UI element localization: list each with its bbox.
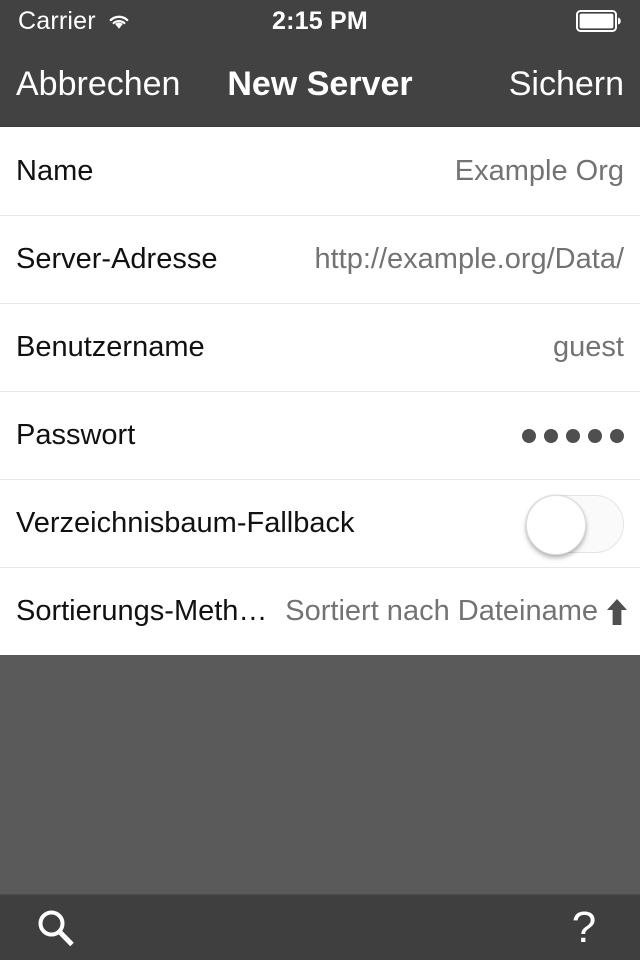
save-button[interactable]: Sichern [509, 67, 624, 101]
username-field[interactable]: guest [553, 333, 624, 362]
status-bar-left: Carrier [18, 6, 132, 35]
row-label-directory-tree-fallback: Verzeichnisbaum-Fallback [16, 507, 355, 539]
password-dot [610, 428, 624, 443]
navigation-bar: Abbrechen New Server Sichern [0, 42, 640, 127]
table-row-username[interactable]: Benutzername guest [0, 303, 640, 391]
password-dot [566, 428, 580, 443]
status-bar-right [576, 10, 622, 32]
password-field[interactable] [522, 428, 624, 443]
table-row-name[interactable]: Name Example Org [0, 127, 640, 215]
sort-method-value[interactable]: Sortiert nach Dateiname [285, 597, 628, 626]
question-mark-icon: ? [571, 902, 597, 952]
name-field[interactable]: Example Org [455, 156, 624, 186]
sort-method-text: Sortiert nach Dateiname [285, 595, 598, 627]
server-address-field[interactable]: http://example.org/Data/ [315, 245, 625, 274]
carrier-label: Carrier [18, 6, 96, 35]
cancel-button[interactable]: Abbrechen [16, 67, 180, 101]
server-form-table: Name Example Org Server-Adresse http://e… [0, 127, 640, 655]
wifi-icon [106, 11, 132, 31]
empty-content-area [0, 655, 640, 894]
app-screen: Carrier 2:15 PM Abbrechen New Server Sic… [0, 0, 640, 960]
table-row-password[interactable]: Passwort [0, 391, 640, 479]
row-label-username: Benutzername [16, 331, 205, 363]
search-icon [35, 907, 77, 949]
search-button[interactable] [26, 898, 86, 958]
row-label-sort-method: Sortierungs-Meth… [16, 597, 268, 626]
directory-tree-fallback-toggle[interactable] [526, 494, 624, 555]
password-dot [544, 428, 558, 443]
battery-full-icon [576, 10, 622, 32]
row-label-server-address: Server-Adresse [16, 243, 218, 275]
arrow-up-icon [606, 598, 628, 626]
toggle-knob [526, 494, 586, 555]
table-row-server-address[interactable]: Server-Adresse http://example.org/Data/ [0, 215, 640, 303]
password-dot [522, 428, 536, 443]
password-dot [588, 428, 602, 443]
row-label-password: Passwort [16, 419, 136, 451]
table-row-directory-tree-fallback[interactable]: Verzeichnisbaum-Fallback [0, 479, 640, 567]
status-bar: Carrier 2:15 PM [0, 0, 640, 42]
row-label-name: Name [16, 154, 94, 187]
help-button[interactable]: ? [554, 898, 614, 958]
bottom-toolbar: ? [0, 894, 640, 960]
table-row-sort-method[interactable]: Sortierungs-Meth… Sortiert nach Dateinam… [0, 567, 640, 655]
